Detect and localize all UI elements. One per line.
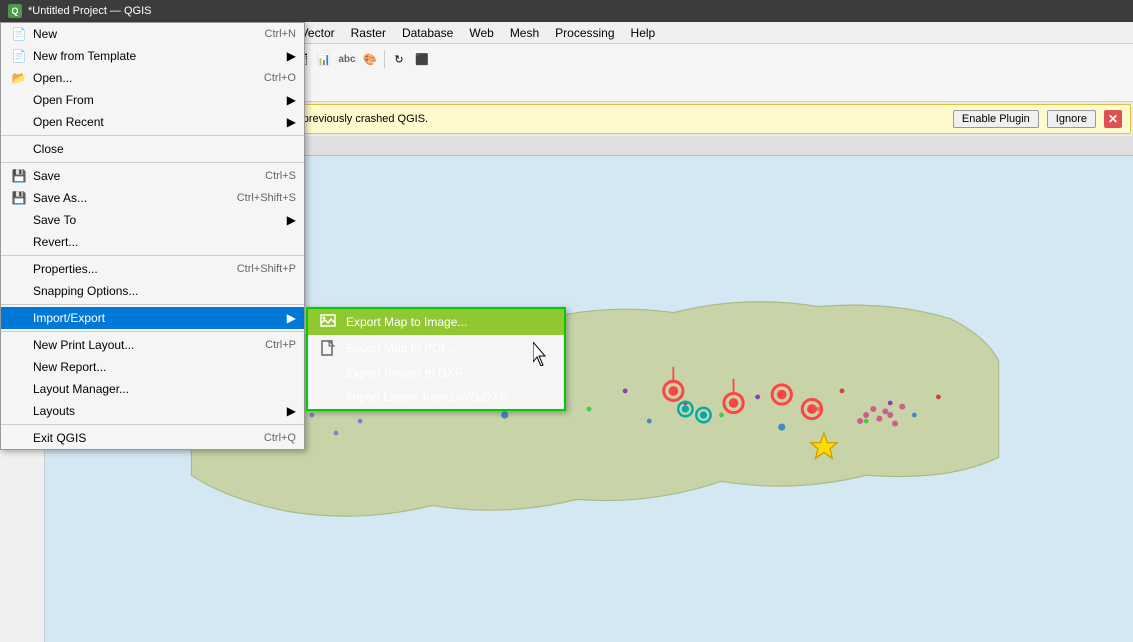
tb-refresh[interactable]: ↻ [388, 48, 410, 70]
menu-item-snapping[interactable]: Snapping Options... [1, 280, 304, 302]
divider-2 [1, 162, 304, 163]
tb-labels[interactable]: abc [336, 48, 358, 70]
properties-shortcut: Ctrl+Shift+P [237, 263, 296, 275]
menu-database[interactable]: Database [394, 22, 461, 43]
save-as-icon: 💾 [9, 191, 29, 205]
menu-item-open[interactable]: 📂 Open... Ctrl+O [1, 67, 304, 89]
exit-shortcut: Ctrl+Q [264, 432, 296, 444]
layouts-label: Layouts [33, 404, 283, 418]
menu-item-exit-qgis[interactable]: Exit QGIS Ctrl+Q [1, 427, 304, 449]
save-shortcut: Ctrl+S [265, 170, 296, 182]
export-pdf-icon [320, 340, 340, 356]
submenu-export-pdf[interactable]: Export Map to PDF... [308, 335, 564, 361]
menu-item-close[interactable]: Close [1, 138, 304, 160]
open-from-label: Open From [33, 93, 283, 107]
snapping-label: Snapping Options... [33, 284, 296, 298]
menu-web[interactable]: Web [461, 22, 501, 43]
menu-item-new[interactable]: 📄 New Ctrl+N [1, 23, 304, 45]
menu-item-layout-manager[interactable]: Layout Manager... [1, 378, 304, 400]
open-shortcut: Ctrl+O [264, 72, 296, 84]
import-export-arrow: ▶ [287, 311, 296, 325]
open-from-arrow: ▶ [287, 93, 296, 107]
new-template-icon: 📄 [9, 49, 29, 63]
menu-help[interactable]: Help [623, 22, 664, 43]
menu-raster[interactable]: Raster [343, 22, 394, 43]
menu-item-open-from[interactable]: Open From ▶ [1, 89, 304, 111]
layouts-arrow: ▶ [287, 404, 296, 418]
export-dxf-label: Export Project to DXF... [346, 366, 471, 380]
project-menu: 📄 New Ctrl+N 📄 New from Template ▶ 📂 Ope… [0, 22, 305, 450]
new-icon: 📄 [9, 27, 29, 41]
export-pdf-label: Export Map to PDF... [346, 341, 457, 355]
new-label: New [33, 27, 249, 41]
menu-item-layouts[interactable]: Layouts ▶ [1, 400, 304, 422]
menu-item-import-export[interactable]: Import/Export ▶ Export Map to Image... E… [1, 307, 304, 329]
save-to-label: Save To [33, 213, 283, 227]
tb-statistical[interactable]: 📊 [313, 48, 335, 70]
app-icon: Q [8, 4, 22, 18]
save-label: Save [33, 169, 249, 183]
save-as-shortcut: Ctrl+Shift+S [237, 192, 296, 204]
new-shortcut: Ctrl+N [265, 28, 296, 40]
report-label: New Report... [33, 360, 296, 374]
menu-item-open-recent[interactable]: Open Recent ▶ [1, 111, 304, 133]
properties-label: Properties... [33, 262, 221, 276]
submenu-export-dxf[interactable]: Export Project to DXF... [308, 361, 564, 385]
close-notification-button[interactable]: ✕ [1104, 110, 1122, 128]
export-image-label: Export Map to Image... [346, 315, 467, 329]
import-dwg-label: Import Layers from DWG/DXF... [346, 390, 515, 404]
menu-item-new-print-layout[interactable]: New Print Layout... Ctrl+P [1, 334, 304, 356]
open-label: Open... [33, 71, 248, 85]
exit-label: Exit QGIS [33, 431, 248, 445]
print-layout-shortcut: Ctrl+P [265, 339, 296, 351]
menu-item-save-to[interactable]: Save To ▶ [1, 209, 304, 231]
new-template-arrow: ▶ [287, 49, 296, 63]
menu-mesh[interactable]: Mesh [502, 22, 547, 43]
import-export-submenu: Export Map to Image... Export Map to PDF… [306, 307, 566, 411]
divider-3 [1, 255, 304, 256]
menu-item-new-report[interactable]: New Report... [1, 356, 304, 378]
divider-6 [1, 424, 304, 425]
divider-4 [1, 304, 304, 305]
close-label: Close [33, 142, 296, 156]
window-title: *Untitled Project — QGIS [28, 5, 152, 17]
sep3 [384, 50, 385, 68]
title-bar: Q *Untitled Project — QGIS [0, 0, 1133, 22]
layout-manager-label: Layout Manager... [33, 382, 296, 396]
submenu-import-dwg[interactable]: Import Layers from DWG/DXF... [308, 385, 564, 409]
menu-item-revert[interactable]: Revert... [1, 231, 304, 253]
open-icon: 📂 [9, 71, 29, 85]
import-export-label: Import/Export [33, 311, 283, 325]
divider-5 [1, 331, 304, 332]
open-recent-arrow: ▶ [287, 115, 296, 129]
divider-1 [1, 135, 304, 136]
menu-item-save[interactable]: 💾 Save Ctrl+S [1, 165, 304, 187]
print-layout-label: New Print Layout... [33, 338, 249, 352]
save-to-arrow: ▶ [287, 213, 296, 227]
save-as-label: Save As... [33, 191, 221, 205]
menu-item-save-as[interactable]: 💾 Save As... Ctrl+Shift+S [1, 187, 304, 209]
submenu-export-image[interactable]: Export Map to Image... [308, 309, 564, 335]
menu-item-properties[interactable]: Properties... Ctrl+Shift+P [1, 258, 304, 280]
save-icon: 💾 [9, 169, 29, 183]
enable-plugin-button[interactable]: Enable Plugin [953, 110, 1039, 128]
menu-item-new-from-template[interactable]: 📄 New from Template ▶ [1, 45, 304, 67]
new-template-label: New from Template [33, 49, 283, 63]
menu-processing[interactable]: Processing [547, 22, 622, 43]
revert-label: Revert... [33, 235, 296, 249]
open-recent-label: Open Recent [33, 115, 283, 129]
tb-canvas-color[interactable]: ⬛ [411, 48, 433, 70]
export-image-icon [320, 314, 340, 330]
tb-color[interactable]: 🎨 [359, 48, 381, 70]
ignore-button[interactable]: Ignore [1047, 110, 1096, 128]
